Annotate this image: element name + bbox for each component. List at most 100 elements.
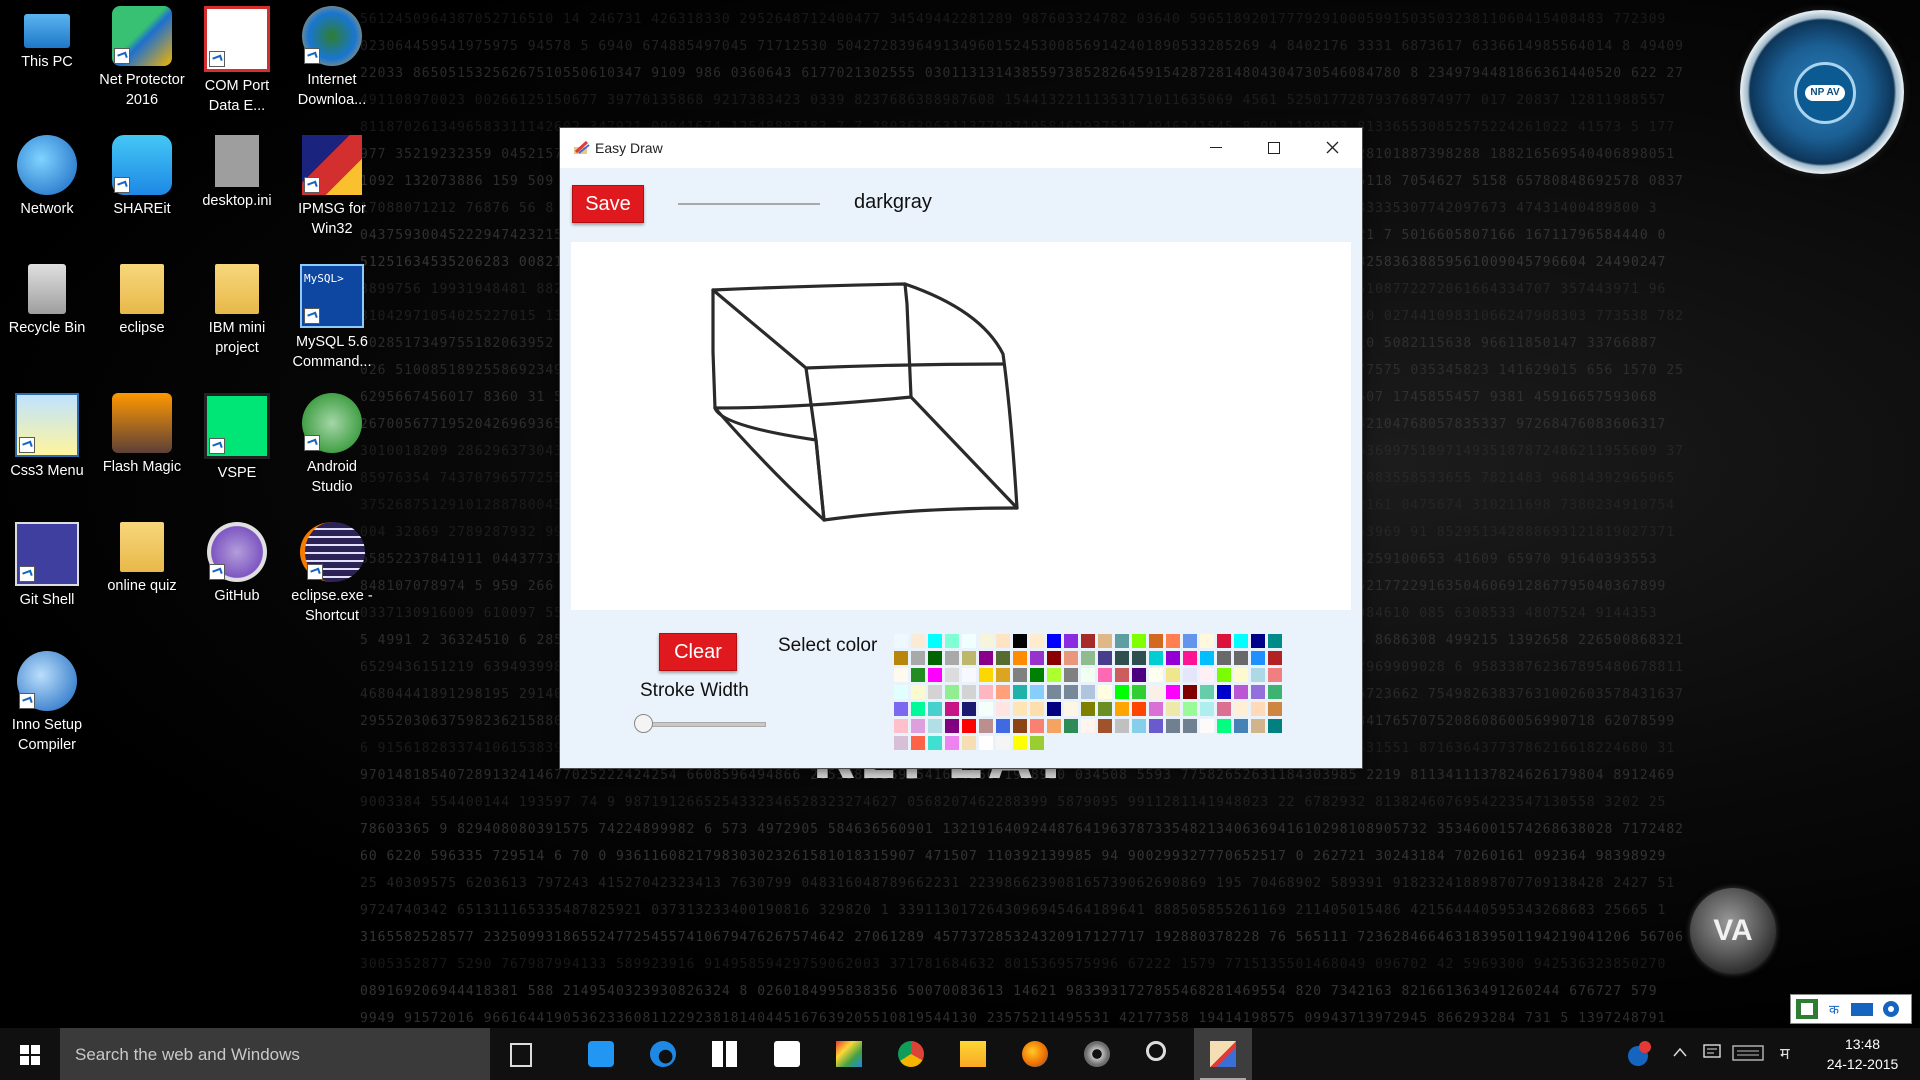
color-swatch[interactable] [1064, 719, 1078, 733]
color-swatch[interactable] [1183, 685, 1197, 699]
color-swatch[interactable] [1251, 668, 1265, 682]
color-swatch[interactable] [928, 634, 942, 648]
color-swatch[interactable] [1251, 651, 1265, 665]
color-swatch[interactable] [1200, 719, 1214, 733]
color-swatch[interactable] [1098, 651, 1112, 665]
color-swatch[interactable] [1183, 702, 1197, 716]
color-swatch[interactable] [1251, 685, 1265, 699]
close-button[interactable] [1303, 128, 1361, 168]
desktop-icon[interactable]: Flash Magic [95, 387, 189, 477]
desktop-icon[interactable]: Git Shell [0, 516, 94, 610]
color-swatch[interactable] [962, 736, 976, 750]
color-swatch[interactable] [1047, 702, 1061, 716]
desktop-icon[interactable]: Android Studio [285, 387, 379, 497]
color-swatch[interactable] [928, 685, 942, 699]
color-swatch[interactable] [1030, 668, 1044, 682]
color-swatch[interactable] [1013, 651, 1027, 665]
color-swatch[interactable] [1183, 651, 1197, 665]
color-swatch[interactable] [928, 719, 942, 733]
taskbar-app[interactable] [490, 1028, 548, 1080]
desktop-icon[interactable]: eclipse [95, 258, 189, 338]
save-button[interactable]: Save [572, 185, 644, 223]
color-swatch[interactable] [979, 634, 993, 648]
taskbar-app[interactable] [882, 1028, 940, 1080]
color-swatch[interactable] [1098, 702, 1112, 716]
color-swatch[interactable] [1149, 685, 1163, 699]
color-swatch[interactable] [1200, 702, 1214, 716]
desktop-icon[interactable]: eclipse.exe - Shortcut [285, 516, 379, 626]
desktop-icon[interactable]: COM Port Data E... [190, 0, 284, 116]
search-input[interactable]: Search the web and Windows [60, 1028, 490, 1080]
taskbar-app[interactable] [696, 1028, 754, 1080]
language-bar[interactable]: क [1790, 994, 1912, 1024]
color-swatch[interactable] [1064, 634, 1078, 648]
color-swatch[interactable] [911, 634, 925, 648]
color-swatch[interactable] [1013, 719, 1027, 733]
color-swatch[interactable] [1081, 702, 1095, 716]
color-swatch[interactable] [1200, 685, 1214, 699]
color-swatch[interactable] [1217, 651, 1231, 665]
va-widget[interactable]: VA [1690, 888, 1776, 974]
color-swatch[interactable] [894, 668, 908, 682]
color-swatch[interactable] [1132, 651, 1146, 665]
color-swatch[interactable] [1200, 668, 1214, 682]
npav-tray-icon[interactable] [1625, 1040, 1653, 1068]
color-swatch[interactable] [1047, 668, 1061, 682]
desktop-icon[interactable]: IBM mini project [190, 258, 284, 358]
color-swatch[interactable] [1030, 651, 1044, 665]
color-swatch[interactable] [1149, 719, 1163, 733]
color-swatch[interactable] [945, 702, 959, 716]
color-swatch[interactable] [894, 736, 908, 750]
taskbar-app[interactable] [1068, 1028, 1126, 1080]
color-swatch[interactable] [1013, 634, 1027, 648]
color-swatch[interactable] [1149, 668, 1163, 682]
taskbar-app[interactable] [944, 1028, 1002, 1080]
color-swatch[interactable] [911, 736, 925, 750]
color-swatch[interactable] [962, 702, 976, 716]
color-swatch[interactable] [911, 651, 925, 665]
color-swatch[interactable] [1166, 651, 1180, 665]
desktop-icon[interactable]: Internet Downloa... [285, 0, 379, 110]
keyboard-icon[interactable] [1732, 1044, 1764, 1062]
color-swatch[interactable] [1013, 702, 1027, 716]
color-swatch[interactable] [996, 685, 1010, 699]
color-swatch[interactable] [1217, 668, 1231, 682]
color-swatch[interactable] [996, 668, 1010, 682]
color-swatch[interactable] [894, 719, 908, 733]
color-swatch[interactable] [945, 685, 959, 699]
color-swatch[interactable] [1234, 719, 1248, 733]
color-swatch[interactable] [1115, 685, 1129, 699]
desktop-icon[interactable]: GitHub [190, 516, 284, 606]
maximize-button[interactable] [1245, 128, 1303, 168]
desktop-icon[interactable]: Inno Setup Compiler [0, 645, 94, 755]
color-swatch[interactable] [1098, 668, 1112, 682]
desktop-icon[interactable]: desktop.ini [190, 129, 284, 211]
color-swatch[interactable] [996, 719, 1010, 733]
chevron-up-icon[interactable] [1672, 1046, 1688, 1058]
color-swatch[interactable] [1064, 651, 1078, 665]
stroke-width-slider[interactable] [636, 722, 766, 727]
color-swatch[interactable] [1081, 651, 1095, 665]
color-swatch[interactable] [928, 702, 942, 716]
color-swatch[interactable] [1166, 702, 1180, 716]
color-swatch[interactable] [1183, 668, 1197, 682]
taskbar-app[interactable] [572, 1028, 630, 1080]
desktop-icon[interactable]: VSPE [190, 387, 284, 483]
drawing-canvas[interactable] [571, 242, 1351, 610]
color-swatch[interactable] [894, 651, 908, 665]
color-swatch[interactable] [1149, 634, 1163, 648]
color-swatch[interactable] [945, 736, 959, 750]
color-swatch[interactable] [1115, 634, 1129, 648]
color-swatch[interactable] [1013, 736, 1027, 750]
color-swatch[interactable] [1030, 719, 1044, 733]
color-swatch[interactable] [1081, 685, 1095, 699]
color-swatch[interactable] [1132, 685, 1146, 699]
desktop-icon[interactable]: IPMSG for Win32 [285, 129, 379, 239]
color-swatch[interactable] [894, 702, 908, 716]
color-swatch[interactable] [996, 651, 1010, 665]
taskbar-app[interactable] [820, 1028, 878, 1080]
color-swatch[interactable] [1217, 719, 1231, 733]
color-swatch[interactable] [1217, 685, 1231, 699]
color-swatch[interactable] [1268, 702, 1282, 716]
color-swatch[interactable] [945, 634, 959, 648]
